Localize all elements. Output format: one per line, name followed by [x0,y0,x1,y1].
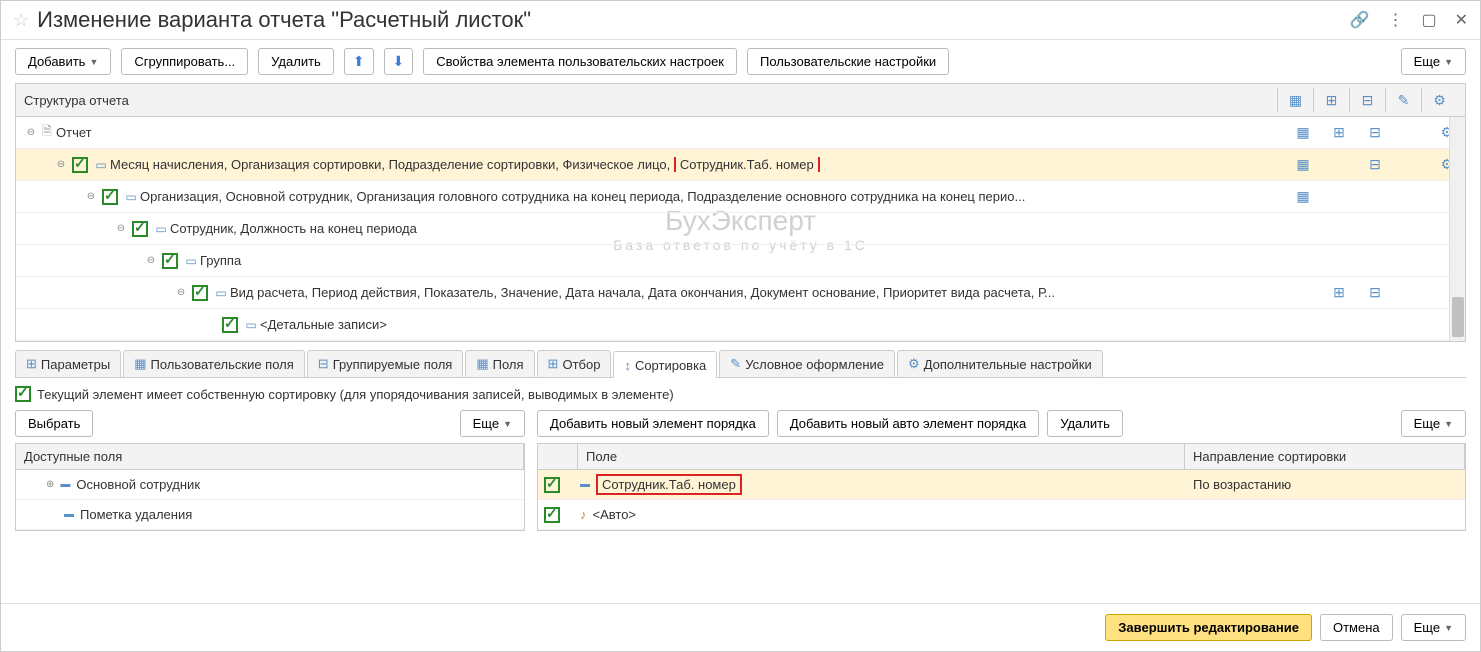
tab-fields[interactable]: ▦Поля [465,350,534,377]
tab-sort[interactable]: ↕Сортировка [613,351,717,378]
field-icon: ▬ [64,509,74,520]
group-button[interactable]: Сгруппировать... [121,48,248,75]
field-icon: ▬ [580,479,590,490]
available-fields-header: Доступные поля [16,444,524,469]
checkbox[interactable] [162,253,178,269]
col-direction: Направление сортировки [1185,444,1465,469]
sort-order-panel: Добавить новый элемент порядка Добавить … [537,410,1466,531]
close-icon[interactable]: ✕ [1455,10,1468,30]
group-icon: ▭ [182,254,200,268]
tree-row-group[interactable]: ⊖ ▭ Группа [16,245,1465,277]
favorite-star-icon[interactable]: ☆ [13,10,29,31]
window: ☆ Изменение варианта отчета "Расчетный л… [0,0,1481,652]
tabs: ⊞Параметры ▦Пользовательские поля ⊟Групп… [15,350,1466,378]
tree-row-org[interactable]: ⊖ ▭ Организация, Основной сотрудник, Орг… [16,181,1465,213]
col-field: Поле [578,444,1185,469]
arrow-down-icon: ⬇ [393,53,405,70]
expand-icon[interactable]: ⊖ [84,191,98,202]
element-properties-button[interactable]: Свойства элемента пользовательских настр… [423,48,737,75]
structure-tree: БухЭксперт База ответов по учёту в 1С ⊖ … [16,117,1465,341]
sort-panels: Выбрать Еще▼ Доступные поля ⊕▬Основной с… [1,410,1480,531]
footer-more-button[interactable]: Еще▼ [1401,614,1466,641]
highlighted-sort-field: Сотрудник.Таб. номер [596,474,742,495]
col-icon-5[interactable]: ⚙ [1421,88,1457,112]
link-icon[interactable]: 🔗 [1350,10,1370,30]
tab-filter[interactable]: ⊞Отбор [537,350,612,377]
delete-button[interactable]: Удалить [258,48,334,75]
arrow-up-icon: ⬆ [353,53,365,70]
structure-header: Структура отчета ▦ ⊞ ⊟ ✎ ⚙ [16,84,1465,117]
sort-order-grid: Поле Направление сортировки ▬ Сотрудник.Т… [537,443,1466,531]
add-button[interactable]: Добавить▼ [15,48,111,75]
own-sort-row: Текущий элемент имеет собственную сортир… [1,378,1480,410]
cancel-button[interactable]: Отмена [1320,614,1393,641]
move-down-button[interactable]: ⬇ [384,48,414,75]
expand-icon[interactable]: ⊖ [144,255,158,266]
tab-user-fields[interactable]: ▦Пользовательские поля [123,350,305,377]
checkbox[interactable] [222,317,238,333]
expand-icon[interactable]: ⊖ [174,287,188,298]
window-title: Изменение варианта отчета "Расчетный лис… [37,7,1349,33]
tab-parameters[interactable]: ⊞Параметры [15,350,121,377]
right-more-button[interactable]: Еще▼ [1401,410,1466,437]
list-item[interactable]: ⊕▬Основной сотрудник [16,470,524,500]
field-icon: ▬ [60,479,70,490]
scrollbar[interactable] [1449,117,1465,341]
col-icon-3[interactable]: ⊟ [1349,88,1385,112]
main-toolbar: Добавить▼ Сгруппировать... Удалить ⬆ ⬇ С… [1,40,1480,83]
document-icon: 🗎 [38,122,56,143]
titlebar: ☆ Изменение варианта отчета "Расчетный л… [1,1,1480,40]
checkbox[interactable] [72,157,88,173]
own-sort-checkbox[interactable] [15,386,31,402]
structure-panel: Структура отчета ▦ ⊞ ⊟ ✎ ⚙ БухЭксперт Ба… [15,83,1466,342]
checkbox[interactable] [192,285,208,301]
add-order-element-button[interactable]: Добавить новый элемент порядка [537,410,769,437]
group-icon: ▭ [152,222,170,236]
add-auto-order-button[interactable]: Добавить новый авто элемент порядка [777,410,1039,437]
select-button[interactable]: Выбрать [15,410,93,437]
col-icon-2[interactable]: ⊞ [1313,88,1349,112]
group-icon: ▭ [212,286,230,300]
expand-icon[interactable]: ⊖ [54,159,68,170]
delete-order-button[interactable]: Удалить [1047,410,1123,437]
checkbox[interactable] [102,189,118,205]
expand-icon[interactable]: ⊖ [24,127,38,138]
tree-row-employee[interactable]: ⊖ ▭ Сотрудник, Должность на конец период… [16,213,1465,245]
menu-icon[interactable]: ⋮ [1387,10,1403,30]
col-icon-4[interactable]: ✎ [1385,88,1421,112]
available-fields-panel: Выбрать Еще▼ Доступные поля ⊕▬Основной с… [15,410,525,531]
sort-row[interactable]: ♪<Авто> [538,500,1465,530]
group-icon: ▭ [92,158,110,172]
list-item[interactable]: ▬Пометка удаления [16,500,524,530]
tree-row-report[interactable]: ⊖ 🗎 Отчет ▦⊞⊟⚙ [16,117,1465,149]
expand-icon[interactable]: ⊖ [114,223,128,234]
tree-row-month[interactable]: ⊖ ▭ Месяц начисления, Организация сортир… [16,149,1465,181]
checkbox[interactable] [132,221,148,237]
left-more-button[interactable]: Еще▼ [460,410,525,437]
tab-additional[interactable]: ⚙Дополнительные настройки [897,350,1103,377]
tree-row-details[interactable]: ▭ <Детальные записи> [16,309,1465,341]
maximize-icon[interactable]: ▢ [1421,10,1436,30]
tree-row-calc[interactable]: ⊖ ▭ Вид расчета, Период действия, Показа… [16,277,1465,309]
checkbox[interactable] [544,477,560,493]
tab-conditional[interactable]: ✎Условное оформление [719,350,895,377]
highlighted-field: Сотрудник.Таб. номер [674,157,820,172]
move-up-button[interactable]: ⬆ [344,48,374,75]
finish-editing-button[interactable]: Завершить редактирование [1105,614,1312,641]
user-settings-button[interactable]: Пользовательские настройки [747,48,949,75]
more-button[interactable]: Еще▼ [1401,48,1466,75]
auto-icon: ♪ [580,507,587,522]
available-fields-grid: Доступные поля ⊕▬Основной сотрудник ▬Пом… [15,443,525,531]
group-icon: ▭ [242,318,260,332]
col-icon-1[interactable]: ▦ [1277,88,1313,112]
tab-group-fields[interactable]: ⊟Группируемые поля [307,350,464,377]
checkbox[interactable] [544,507,560,523]
sort-row[interactable]: ▬Сотрудник.Таб. номер По возрастанию [538,470,1465,500]
group-icon: ▭ [122,190,140,204]
footer: Завершить редактирование Отмена Еще▼ [1,603,1480,651]
